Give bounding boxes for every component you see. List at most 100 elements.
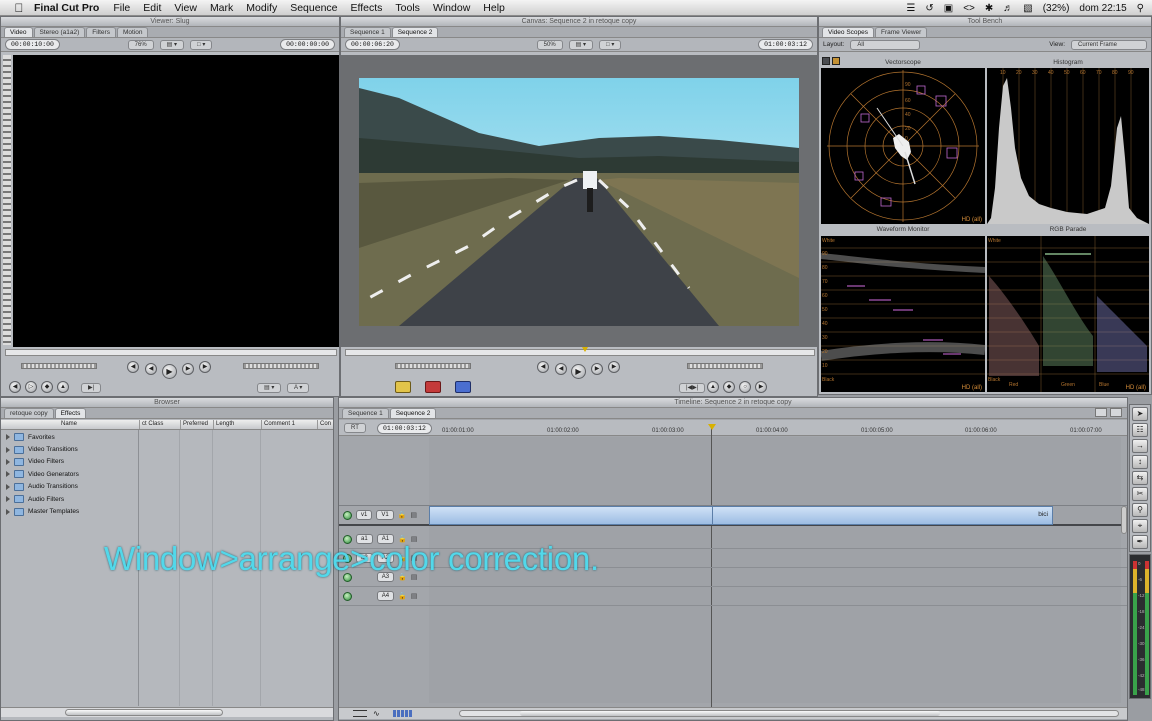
timeline-zoom-thumb[interactable] [520,711,940,716]
disclosure-triangle-icon[interactable] [6,446,10,453]
bluetooth-icon[interactable]: ✱ [985,3,993,14]
col-comment-1[interactable]: Comment 1 [261,420,295,429]
tab-timeline-sequence-2[interactable]: Sequence 2 [389,408,437,418]
col-length[interactable]: Length [213,420,234,429]
viewer-mark-clip-button[interactable]: ◆ [41,381,53,393]
track-height-icon[interactable] [353,710,367,717]
viewer-recent-clips-popup[interactable]: ▤ ▾ [257,383,282,393]
apple-menu-icon[interactable]:  [12,1,26,15]
canvas-prev-edit-button[interactable]: ◀ [537,361,549,373]
menu-file[interactable]: File [113,0,130,16]
replace-edit-button[interactable] [455,381,471,393]
tab-stereo[interactable]: Stereo (a1a2) [33,27,86,37]
roll-tool-icon[interactable]: ↕ [1132,455,1148,469]
viewer-zoom-popup[interactable]: 76% [127,39,154,50]
viewer-shuttle-slider[interactable] [21,363,97,369]
tab-motion[interactable]: Motion [116,27,149,37]
timemachine-icon[interactable]: ↺ [925,3,933,14]
tab-filters[interactable]: Filters [86,27,116,37]
list-item[interactable]: Video Transitions [1,443,138,455]
clock[interactable]: dom 22:15 [1079,3,1126,14]
playhead-head[interactable] [708,424,716,430]
viewer-marker-button[interactable]: ▲ [57,381,69,393]
list-item[interactable]: Audio Filters [1,493,138,505]
canvas-mark-in-out-buttons[interactable]: |◀▶| [679,383,706,393]
razor-tool-icon[interactable]: ✂ [1132,487,1148,501]
viewer-step-forward-button[interactable]: ▶ [182,363,194,375]
tab-video-scopes[interactable]: Video Scopes [822,27,874,37]
canvas-duration-field[interactable]: 00:00:06:20 [345,39,400,50]
volume-icon[interactable]: ♬ [1003,3,1013,14]
canvas-play-button[interactable]: ▶ [571,364,586,379]
timeline-current-time-field[interactable]: 01:00:03:12 [377,423,432,434]
track-size-icon[interactable] [393,710,413,717]
list-item[interactable]: Master Templates [1,505,138,517]
list-item[interactable]: Video Generators [1,468,138,480]
linking-icon[interactable] [1110,408,1122,417]
track-lock-icon[interactable]: 🔒 [398,511,407,519]
menu-tools[interactable]: Tools [395,0,420,16]
disclosure-triangle-icon[interactable] [6,496,10,503]
crop-tool-icon[interactable]: ⌖ [1132,519,1148,533]
browser-horizontal-scrollbar[interactable] [1,707,333,717]
menu-help[interactable]: Help [483,0,505,16]
canvas-zoom-popup[interactable]: 50% [536,39,563,50]
viewer-current-time-field[interactable]: 00:00:00:00 [280,39,335,50]
list-item[interactable]: Audio Transitions [1,481,138,493]
slip-tool-icon[interactable]: ⇆ [1132,471,1148,485]
edit-selection-tool-icon[interactable]: ☷ [1132,423,1148,437]
canvas-playhead-marker[interactable] [582,347,588,352]
timeline-vertical-scrollbar[interactable] [1121,506,1127,534]
track-visibility-icon[interactable] [343,510,352,520]
zoom-tool-icon[interactable]: ⚲ [1132,503,1148,517]
edit-point[interactable] [712,507,713,524]
overwrite-edit-button[interactable] [425,381,441,393]
list-item[interactable]: Video Filters [1,456,138,468]
viewer-jog-slider[interactable] [243,363,319,369]
viewer-generator-popup[interactable]: A ▾ [287,383,310,393]
insert-edit-button[interactable] [395,381,411,393]
canvas-step-forward-button[interactable]: ▶ [591,363,603,375]
app-menu[interactable]: Final Cut Pro [34,0,99,16]
disclosure-triangle-icon[interactable] [6,483,10,490]
tab-video[interactable]: Video [4,27,33,37]
display-icon[interactable]: ▣ [944,3,953,14]
viewer-video-area[interactable] [13,55,339,347]
col-preferred[interactable]: Preferred [180,420,208,429]
dest-track-V1[interactable]: V1 [376,510,394,520]
viewer-mark-in-out-buttons[interactable]: ▶| [81,383,102,393]
list-item[interactable]: Favorites [1,431,138,443]
menu-effects[interactable]: Effects [351,0,383,16]
viewer-duration-field[interactable]: 00:00:10:00 [5,39,60,50]
disclosure-triangle-icon[interactable] [6,458,10,465]
canvas-shuttle-slider[interactable] [395,363,471,369]
audio-enable-icon[interactable] [343,591,352,601]
canvas-frame-image[interactable] [359,78,799,326]
viewer-match-frame-button[interactable]: ◀ [9,381,21,393]
tab-timeline-sequence-1[interactable]: Sequence 1 [342,408,389,418]
viewer-scrubber[interactable] [5,349,337,356]
viewer-overlay-popup[interactable]: □ ▾ [190,39,213,50]
menu-mark[interactable]: Mark [210,0,233,16]
tab-retoque-copy[interactable]: retoque copy [4,408,54,418]
disclosure-triangle-icon[interactable] [6,434,10,441]
dest-track-A4[interactable]: A4 [376,591,395,601]
video-clip[interactable]: bici [429,506,1053,525]
selection-tool-icon[interactable]: ➤ [1132,407,1148,421]
menu-view[interactable]: View [174,0,197,16]
canvas-overlay-popup[interactable]: □ ▾ [599,39,622,50]
canvas-step-back-button[interactable]: ◀ [555,363,567,375]
auto-select-icon[interactable]: ▤ [410,511,417,519]
viewer-view-popup[interactable]: ▤ ▾ [159,39,185,50]
col-name[interactable]: Name [61,420,77,429]
track-select-tool-icon[interactable]: → [1132,439,1148,453]
tab-sequence-2[interactable]: Sequence 2 [391,27,439,37]
clip-overlays-icon[interactable]: ∿ [373,709,380,718]
col-con[interactable]: Con [317,420,331,429]
canvas-next-edit-button[interactable]: ▶ [608,361,620,373]
track-lock-icon[interactable]: 🔒 [398,592,407,600]
source-track-v1[interactable]: v1 [356,510,373,520]
wifi-icon[interactable]: ☰ [906,3,915,14]
canvas-add-marker-button[interactable]: ○ [739,381,751,393]
canvas-marker-button[interactable]: ▲ [707,381,719,393]
